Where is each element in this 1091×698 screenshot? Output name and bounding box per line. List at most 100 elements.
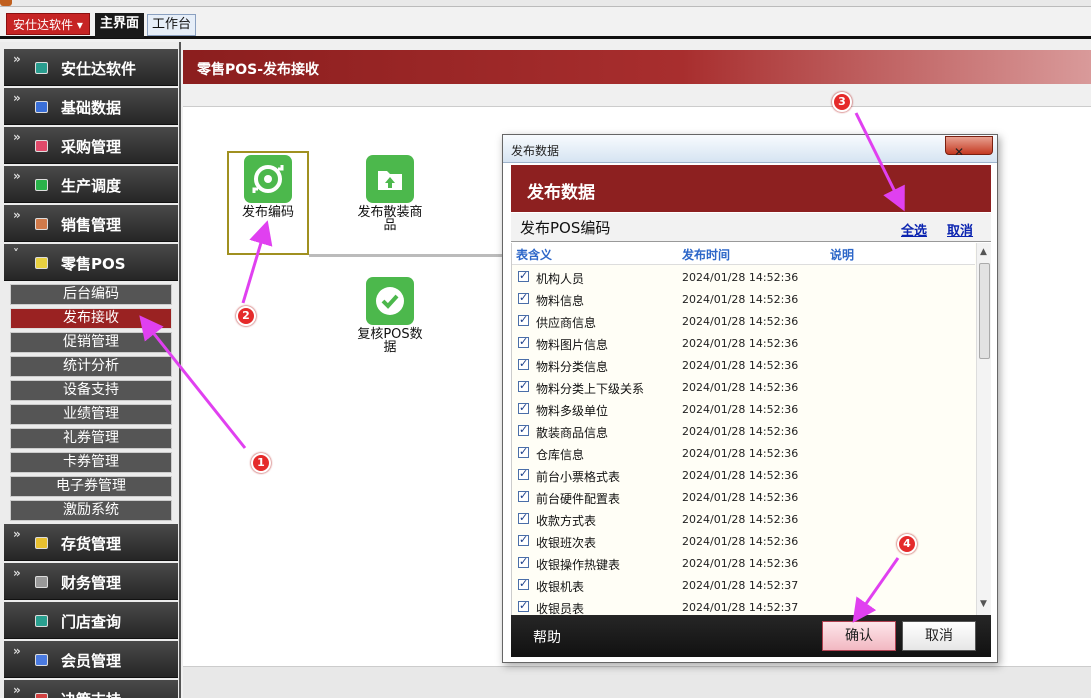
table-row[interactable]: 仓库信息 2024/01/28 14:52:36 [512, 442, 975, 464]
scroll-up-icon[interactable]: ▲ [980, 247, 987, 257]
sidebar-section-inventory[interactable]: » 存货管理 [4, 524, 178, 561]
sidebar-item-publish-receive[interactable]: 发布接收 [10, 308, 172, 329]
table-row[interactable]: 收银机表 2024/01/28 14:52:37 [512, 574, 975, 596]
help-button[interactable]: 帮助 [533, 627, 561, 647]
sidebar-section-retail-pos[interactable]: ˅ 零售POS [4, 244, 178, 281]
tile-publish-coding[interactable]: 发布编码 [227, 151, 309, 255]
company-dropdown-button[interactable]: 安仕达软件 ▾ [6, 13, 90, 35]
row-checkbox[interactable] [518, 269, 529, 282]
table-row[interactable]: 收银操作热键表 2024/01/28 14:52:36 [512, 552, 975, 574]
row-name: 收银员表 [536, 602, 585, 615]
sidebar-section-purchase[interactable]: » 采购管理 [4, 127, 178, 164]
tab-workbench[interactable]: 工作台 [147, 14, 197, 36]
sidebar-section-basic-data[interactable]: » 基础数据 [4, 88, 178, 125]
row-checkbox[interactable] [518, 467, 529, 480]
column-header-time[interactable]: 发布时间 [682, 246, 730, 263]
sidebar-section-label: 安仕达软件 [61, 60, 137, 78]
sidebar-section-anshida[interactable]: » 安仕达软件 [4, 49, 178, 86]
sidebar-section-label: 门店查询 [61, 613, 122, 631]
grid-rows: 机构人员 2024/01/28 14:52:36 物料信息 2024/01/28 1… [512, 266, 975, 615]
column-header-meaning[interactable]: 表含义 [516, 246, 552, 263]
gray-box-icon [35, 576, 48, 588]
tile-review-pos-data[interactable]: 复核POS数据 [353, 277, 427, 354]
scroll-down-icon[interactable]: ▼ [980, 599, 987, 609]
table-row[interactable]: 前台小票格式表 2024/01/28 14:52:36 [512, 464, 975, 486]
row-checkbox[interactable] [518, 577, 529, 590]
data-grid: 表含义 发布时间 说明 机构人员 2024/01/28 14:52:36 物料信息… [511, 243, 991, 615]
sidebar-item-e-coupon[interactable]: 电子券管理 [10, 476, 172, 497]
row-name: 收银机表 [536, 580, 585, 594]
vertical-scrollbar[interactable]: ▲ ▼ [976, 243, 991, 615]
chevron-right-icon: » [13, 566, 21, 580]
dialog-footer: 帮助 确认 取消 [511, 615, 991, 657]
publish-data-dialog: 发布数据 ✕ 发布数据 发布POS编码 全选 取消 表含义 发布时间 说明 机构… [502, 134, 998, 663]
row-checkbox[interactable] [518, 291, 529, 304]
sidebar-item-backend-coding[interactable]: 后台编码 [10, 284, 172, 305]
sidebar-section-label: 零售POS [61, 255, 126, 273]
divider [309, 254, 509, 257]
row-checkbox[interactable] [518, 423, 529, 436]
dialog-titlebar[interactable]: 发布数据 ✕ [503, 135, 997, 163]
row-name: 前台小票格式表 [536, 470, 621, 484]
table-row[interactable]: 物料分类上下级关系 2024/01/28 14:52:36 [512, 376, 975, 398]
confirm-button[interactable]: 确认 [822, 621, 896, 651]
row-time: 2024/01/28 14:52:36 [682, 403, 799, 416]
sidebar-section-finance[interactable]: » 财务管理 [4, 563, 178, 600]
row-checkbox[interactable] [518, 335, 529, 348]
table-row[interactable]: 物料图片信息 2024/01/28 14:52:36 [512, 332, 975, 354]
sidebar-section-store-query[interactable]: 门店查询 [4, 602, 178, 639]
table-row[interactable]: 前台硬件配置表 2024/01/28 14:52:36 [512, 486, 975, 508]
table-row[interactable]: 机构人员 2024/01/28 14:52:36 [512, 266, 975, 288]
annotation-badge: 1 [251, 453, 271, 473]
sidebar-section-member[interactable]: » 会员管理 [4, 641, 178, 678]
sidebar-item-performance[interactable]: 业绩管理 [10, 404, 172, 425]
row-checkbox[interactable] [518, 599, 529, 612]
cancel-button[interactable]: 取消 [902, 621, 976, 651]
table-row[interactable]: 收款方式表 2024/01/28 14:52:36 [512, 508, 975, 530]
sidebar-section-sales[interactable]: » 销售管理 [4, 205, 178, 242]
table-row[interactable]: 收银员表 2024/01/28 14:52:37 [512, 596, 975, 615]
row-checkbox[interactable] [518, 511, 529, 524]
close-button[interactable]: ✕ [945, 136, 993, 159]
scrollbar-thumb[interactable] [979, 263, 990, 359]
table-row[interactable]: 物料分类信息 2024/01/28 14:52:36 [512, 354, 975, 376]
tile-label: 发布散装商品 [357, 205, 423, 233]
close-icon: ✕ [954, 145, 965, 159]
sidebar-item-device-support[interactable]: 设备支持 [10, 380, 172, 401]
deselect-all-link[interactable]: 取消 [947, 220, 973, 239]
tab-main-interface[interactable]: 主界面 [95, 13, 145, 38]
tile-publish-bulk-goods[interactable]: 发布散装商品 [353, 155, 427, 232]
chevron-right-icon: » [13, 52, 21, 66]
select-all-link[interactable]: 全选 [901, 220, 927, 239]
folder-upload-icon [366, 155, 414, 203]
sidebar-item-promotion[interactable]: 促销管理 [10, 332, 172, 353]
column-header-note[interactable]: 说明 [830, 246, 854, 263]
sidebar-item-statistics[interactable]: 统计分析 [10, 356, 172, 377]
row-checkbox[interactable] [518, 379, 529, 392]
table-row[interactable]: 散装商品信息 2024/01/28 14:52:36 [512, 420, 975, 442]
row-checkbox[interactable] [518, 313, 529, 326]
sidebar-section-decision[interactable]: » 决策支持 [4, 680, 178, 698]
table-row[interactable]: 物料信息 2024/01/28 14:52:36 [512, 288, 975, 310]
table-row[interactable]: 供应商信息 2024/01/28 14:52:36 [512, 310, 975, 332]
sidebar-section-label: 生产调度 [61, 177, 122, 195]
sidebar-section-production[interactable]: » 生产调度 [4, 166, 178, 203]
sidebar-item-incentive[interactable]: 激励系统 [10, 500, 172, 521]
sidebar-section-label: 采购管理 [61, 138, 122, 156]
row-checkbox[interactable] [518, 489, 529, 502]
chevron-right-icon: » [13, 208, 21, 222]
row-time: 2024/01/28 14:52:37 [682, 579, 799, 592]
chevron-right-icon: » [13, 130, 21, 144]
red-box-icon [35, 140, 48, 152]
sidebar-section-label: 会员管理 [61, 652, 122, 670]
row-checkbox[interactable] [518, 533, 529, 546]
sidebar-item-card-coupon[interactable]: 卡券管理 [10, 452, 172, 473]
sidebar-item-gift-coupon[interactable]: 礼券管理 [10, 428, 172, 449]
row-checkbox[interactable] [518, 401, 529, 414]
page-title: 零售POS-发布接收 [197, 62, 320, 78]
row-checkbox[interactable] [518, 357, 529, 370]
row-checkbox[interactable] [518, 445, 529, 458]
row-time: 2024/01/28 14:52:36 [682, 337, 799, 350]
row-checkbox[interactable] [518, 555, 529, 568]
table-row[interactable]: 物料多级单位 2024/01/28 14:52:36 [512, 398, 975, 420]
